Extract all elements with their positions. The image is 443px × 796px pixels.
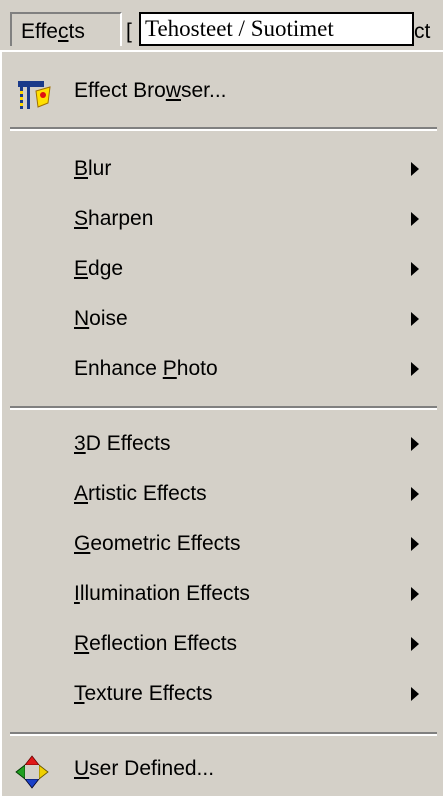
menu-item-label: 3D Effects [74, 432, 171, 455]
menu-bar: Effects [ ct Tehosteet / Suotimet [0, 0, 443, 50]
menu-item-geometric-effects[interactable]: Geometric Effects [2, 523, 443, 569]
screen: Effects [ ct Tehosteet / Suotimet Effect… [0, 0, 443, 796]
menu-item-sharpen[interactable]: Sharpen [2, 198, 443, 244]
user-defined-icon [15, 755, 49, 789]
submenu-arrow-icon [411, 262, 419, 276]
submenu-arrow-icon [411, 637, 419, 651]
menu-effects-mnemonic: c [57, 20, 69, 43]
translation-label: Tehosteet / Suotimet [139, 12, 414, 46]
menu-effects[interactable]: Effects [10, 12, 122, 46]
submenu-arrow-icon [411, 212, 419, 226]
menu-separator [10, 732, 437, 736]
menu-item-user-defined[interactable]: User Defined... [2, 748, 443, 794]
menu-item-label: Sharpen [74, 207, 154, 230]
menu-item-label: Edge [74, 257, 124, 280]
menu-item-enhance-photo[interactable]: Enhance Photo [2, 348, 443, 394]
menu-item-artistic-effects[interactable]: Artistic Effects [2, 473, 443, 519]
effects-dropdown-menu: Effect Browser... Blur Sharpen Edge Nois… [0, 50, 443, 796]
menu-item-label: Blur [74, 157, 112, 180]
menu-item-label: Reflection Effects [74, 632, 238, 655]
submenu-arrow-icon [411, 312, 419, 326]
menu-item-label: Texture Effects [74, 682, 213, 705]
menu-next-partial[interactable]: [ [126, 20, 132, 44]
menu-item-label: Noise [74, 307, 128, 330]
submenu-arrow-icon [411, 362, 419, 376]
menu-effects-label: Effects [21, 20, 85, 43]
menu-item-label: Geometric Effects [74, 532, 241, 555]
submenu-arrow-icon [411, 537, 419, 551]
menu-item-label: Artistic Effects [74, 482, 207, 505]
menu-next-tail[interactable]: ct [414, 20, 443, 44]
menu-item-effect-browser[interactable]: Effect Browser... [2, 70, 443, 116]
submenu-arrow-icon [411, 162, 419, 176]
submenu-arrow-icon [411, 687, 419, 701]
menu-item-reflection-effects[interactable]: Reflection Effects [2, 623, 443, 669]
menu-separator [10, 127, 437, 131]
submenu-arrow-icon [411, 487, 419, 501]
submenu-arrow-icon [411, 437, 419, 451]
submenu-arrow-icon [411, 587, 419, 601]
menu-item-edge[interactable]: Edge [2, 248, 443, 294]
menu-item-3d-effects[interactable]: 3D Effects [2, 423, 443, 469]
menu-item-label: Illumination Effects [74, 582, 250, 605]
menu-item-label: User Defined... [74, 757, 215, 780]
menu-item-label: Enhance Photo [74, 357, 218, 380]
menu-item-illumination-effects[interactable]: Illumination Effects [2, 573, 443, 619]
menu-item-texture-effects[interactable]: Texture Effects [2, 673, 443, 719]
menu-separator [10, 406, 437, 410]
menu-item-blur[interactable]: Blur [2, 148, 443, 194]
effect-browser-icon [18, 81, 51, 109]
menu-item-label: Effect Browser... [74, 79, 227, 102]
menu-item-noise[interactable]: Noise [2, 298, 443, 344]
